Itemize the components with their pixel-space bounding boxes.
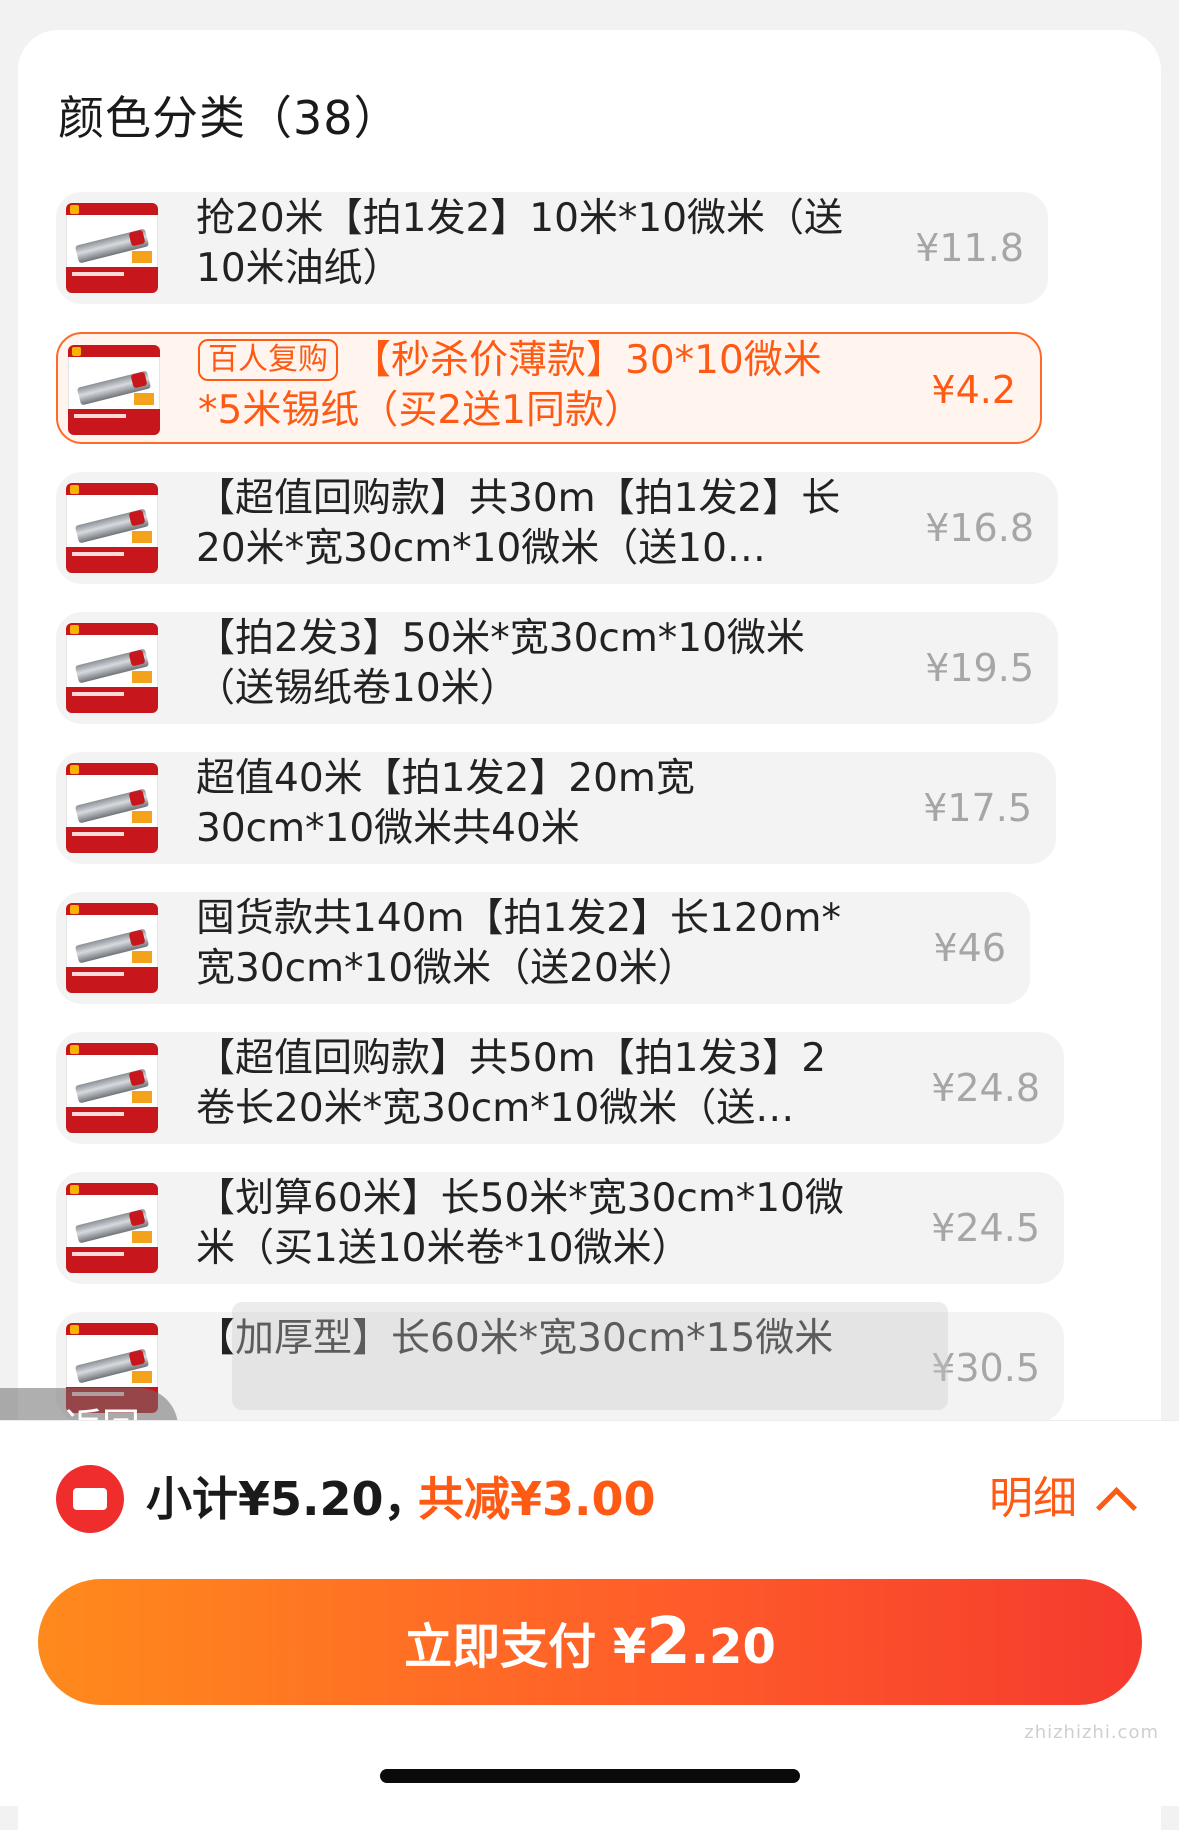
sku-option-5[interactable]: 超值40米【拍1发2】20m宽30cm*10微米共40米 ¥17.5 — [56, 752, 1056, 864]
sku-option-price: ¥17.5 — [923, 786, 1032, 830]
pay-label: 立即支付 ¥ — [404, 1619, 647, 1675]
sheet-title: 颜色分类（38） — [58, 91, 401, 145]
sku-option-price: ¥4.2 — [931, 368, 1016, 412]
product-thumbnail — [66, 1183, 158, 1273]
product-thumbnail — [68, 345, 160, 435]
product-thumbnail — [66, 623, 158, 713]
sku-option-price: ¥16.8 — [925, 506, 1034, 550]
sku-option-2-selected[interactable]: 百人复购 【秒杀价薄款】30*10微米*5米锡纸（买2送1同款） ¥4.2 — [56, 332, 1042, 444]
sku-option-price: ¥24.5 — [931, 1206, 1040, 1250]
repurchase-badge: 百人复购 — [198, 339, 338, 381]
pay-now-button[interactable]: 立即支付 ¥2.20 — [38, 1579, 1142, 1705]
chevron-up-icon[interactable] — [1095, 1486, 1138, 1529]
sku-option-label: 超值40米【拍1发2】20m宽30cm*10微米共40米 — [196, 756, 695, 851]
checkout-bar: 小计¥5.20， 共减¥3.00 明细 立即支付 ¥2.20 — [0, 1420, 1179, 1806]
coupon-icon — [56, 1465, 124, 1533]
sku-option-price: ¥19.5 — [925, 646, 1034, 690]
pay-amount-dec: .20 — [690, 1619, 776, 1675]
sku-option-6[interactable]: 囤货款共140m【拍1发2】长120m*宽30cm*10微米（送20米） ¥46 — [56, 892, 1030, 1004]
product-thumbnail — [66, 203, 158, 293]
sku-option-4[interactable]: 【拍2发3】50米*宽30cm*10微米（送锡纸卷10米） ¥19.5 — [56, 612, 1058, 724]
product-thumbnail — [66, 903, 158, 993]
detail-link[interactable]: 明细 — [989, 1465, 1077, 1533]
sku-option-label: 【拍2发3】50米*宽30cm*10微米（送锡纸卷10米） — [196, 616, 805, 711]
sku-option-8[interactable]: 【划算60米】长50米*宽30cm*10微米（买1送10米卷*10微米） ¥24… — [56, 1172, 1064, 1284]
sku-option-label: 囤货款共140m【拍1发2】长120m*宽30cm*10微米（送20米） — [196, 896, 841, 991]
product-thumbnail — [66, 1043, 158, 1133]
pay-amount-int: 2 — [646, 1605, 691, 1679]
sku-option-label: 【超值回购款】共30m【拍1发2】长20米*宽30cm*10微米（送10… — [196, 476, 841, 571]
sku-option-3[interactable]: 【超值回购款】共30m【拍1发2】长20米*宽30cm*10微米（送10… ¥1… — [56, 472, 1058, 584]
home-indicator — [380, 1769, 800, 1783]
watermark: zhizhizhi.com — [1024, 1722, 1159, 1743]
sku-option-label: 【超值回购款】共50m【拍1发3】2卷长20米*宽30cm*10微米（送… — [196, 1036, 827, 1131]
sku-option-1[interactable]: 抢20米【拍1发2】10米*10微米（送10米油纸） ¥11.8 — [56, 192, 1048, 304]
toast-overlay — [232, 1302, 948, 1410]
sku-option-label: 【划算60米】长50米*宽30cm*10微米（买1送10米卷*10微米） — [196, 1176, 844, 1271]
sku-option-price: ¥24.8 — [931, 1066, 1040, 1110]
subtotal-text: 小计¥5.20， — [146, 1472, 430, 1526]
sku-option-label: 抢20米【拍1发2】10米*10微米（送10米油纸） — [196, 196, 844, 291]
sku-option-label: 百人复购 【秒杀价薄款】30*10微米*5米锡纸（买2送1同款） — [198, 336, 858, 436]
sku-option-price: ¥11.8 — [915, 226, 1024, 270]
product-thumbnail — [66, 763, 158, 853]
sku-option-price: ¥46 — [933, 926, 1006, 970]
discount-text: 共减¥3.00 — [418, 1472, 656, 1526]
sku-option-7[interactable]: 【超值回购款】共50m【拍1发3】2卷长20米*宽30cm*10微米（送… ¥2… — [56, 1032, 1064, 1144]
product-thumbnail — [66, 483, 158, 573]
